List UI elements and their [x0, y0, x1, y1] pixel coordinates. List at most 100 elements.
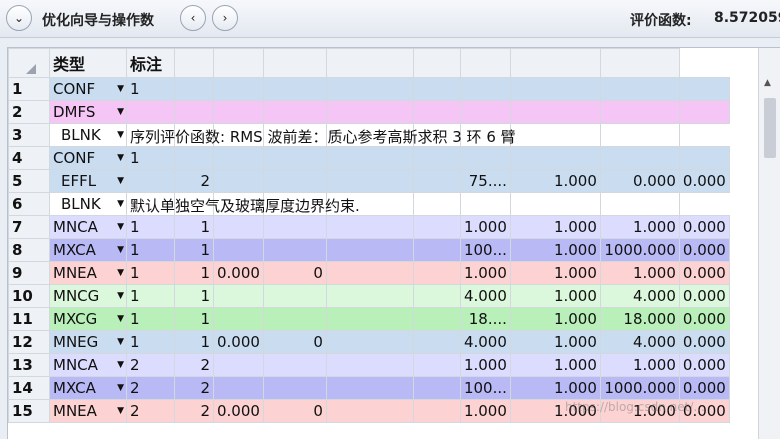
grid-cell[interactable] — [599, 100, 680, 124]
grid-cell[interactable]: 4.000 — [459, 330, 511, 354]
grid-cell[interactable] — [262, 169, 327, 193]
grid-cell[interactable]: 0.000 — [678, 261, 730, 285]
operand-type-select[interactable]: CONF ▼ — [49, 146, 127, 170]
row-number[interactable]: 4 — [8, 146, 50, 170]
grid-cell[interactable]: 75.... — [459, 169, 511, 193]
dropdown-arrow-icon[interactable]: ▼ — [117, 406, 124, 416]
row-number[interactable]: 11 — [8, 307, 50, 331]
row-number[interactable]: 6 — [8, 192, 50, 216]
grid-cell[interactable] — [599, 77, 680, 101]
grid-cell[interactable] — [174, 100, 214, 124]
row-number[interactable]: 13 — [8, 353, 50, 377]
dropdown-arrow-icon[interactable]: ▼ — [117, 291, 124, 301]
grid-cell[interactable]: 2 — [174, 169, 214, 193]
grid-cell[interactable] — [262, 146, 327, 170]
row-number[interactable]: 9 — [8, 261, 50, 285]
grid-cell[interactable]: 1 — [174, 307, 214, 331]
grid-cell[interactable] — [678, 77, 730, 101]
comment-cell[interactable]: 2 — [126, 376, 175, 400]
table-row[interactable]: 14 MXCA ▼ 2 2 100... 1.000 1000.000 0.000 — [8, 376, 730, 400]
comment-cell[interactable]: 2 — [126, 399, 175, 423]
row-number[interactable]: 8 — [8, 238, 50, 262]
corner-cell[interactable] — [8, 48, 50, 78]
row-number[interactable]: 3 — [8, 123, 50, 147]
dropdown-arrow-icon[interactable]: ▼ — [117, 199, 124, 209]
grid-cell[interactable]: 100... — [459, 238, 511, 262]
comment-cell[interactable]: 1 — [126, 284, 175, 308]
comment-cell[interactable]: 1 — [126, 238, 175, 262]
column-header[interactable] — [509, 48, 601, 78]
grid-cell[interactable] — [325, 376, 414, 400]
dropdown-arrow-icon[interactable]: ▼ — [117, 245, 124, 255]
grid-cell[interactable]: 0.000 — [678, 330, 730, 354]
prev-button[interactable]: ‹ — [180, 5, 206, 31]
grid-cell[interactable] — [459, 146, 511, 170]
operand-type-select[interactable]: BLNK ▼ — [49, 123, 127, 147]
grid-cell[interactable] — [262, 100, 327, 124]
row-number[interactable]: 14 — [8, 376, 50, 400]
operand-type-select[interactable]: MXCA ▼ — [49, 376, 127, 400]
column-header[interactable] — [325, 48, 414, 78]
dropdown-arrow-icon[interactable]: ▼ — [117, 268, 124, 278]
grid-cell[interactable]: 0.000 — [678, 169, 730, 193]
operand-type-select[interactable]: MXCG ▼ — [49, 307, 127, 331]
grid-cell[interactable]: 0.000 — [678, 238, 730, 262]
grid-cell[interactable]: 1.000 — [509, 284, 601, 308]
grid-cell[interactable]: 1.000 — [509, 215, 601, 239]
grid-cell[interactable] — [325, 307, 414, 331]
comment-cell[interactable]: 2 — [126, 353, 175, 377]
grid-cell[interactable]: 0 — [262, 330, 327, 354]
grid-cell[interactable] — [678, 146, 730, 170]
grid-cell[interactable] — [325, 146, 414, 170]
grid-cell[interactable] — [509, 123, 601, 147]
grid-cell[interactable]: 1.000 — [599, 353, 680, 377]
grid-cell[interactable] — [174, 146, 214, 170]
table-row[interactable]: 6 BLNK ▼ 默认单独空气及玻璃厚度边界约束. — [8, 192, 730, 216]
grid-cell[interactable]: 1 — [174, 330, 214, 354]
comment-cell[interactable]: 1 — [126, 307, 175, 331]
table-row[interactable]: 8 MXCA ▼ 1 1 100... 1.000 1000.000 0.000 — [8, 238, 730, 262]
grid-cell[interactable] — [509, 77, 601, 101]
dropdown-arrow-icon[interactable]: ▼ — [117, 314, 124, 324]
grid-cell[interactable] — [174, 77, 214, 101]
operand-type-select[interactable]: EFFL ▼ — [49, 169, 127, 193]
grid-cell[interactable] — [459, 77, 511, 101]
operand-type-select[interactable]: DMFS ▼ — [49, 100, 127, 124]
operand-type-select[interactable]: MNCA ▼ — [49, 215, 127, 239]
comment-cell[interactable]: 1 — [126, 261, 175, 285]
grid-cell[interactable]: 1.000 — [509, 376, 601, 400]
row-number[interactable]: 2 — [8, 100, 50, 124]
grid-cell[interactable] — [678, 100, 730, 124]
grid-cell[interactable] — [325, 261, 414, 285]
collapse-button[interactable]: ⌄ — [6, 5, 32, 31]
grid-cell[interactable]: 1.000 — [509, 169, 601, 193]
operand-type-select[interactable]: MNCG ▼ — [49, 284, 127, 308]
grid-cell[interactable] — [213, 376, 264, 400]
grid-cell[interactable]: 100... — [459, 376, 511, 400]
grid-cell[interactable]: 0.000 — [678, 215, 730, 239]
grid-cell[interactable] — [412, 238, 461, 262]
grid-cell[interactable]: 0.000 — [678, 376, 730, 400]
grid-cell[interactable] — [325, 169, 414, 193]
table-row[interactable]: 4 CONF ▼ 1 — [8, 146, 730, 170]
grid-cell[interactable] — [262, 353, 327, 377]
comment-cell[interactable]: 1 — [126, 146, 175, 170]
comment-cell[interactable]: 序列评价函数: RMS 波前差：质心参考高斯求积 3 环 6 臂 — [126, 123, 516, 147]
grid-cell[interactable] — [412, 146, 461, 170]
column-header[interactable] — [412, 48, 461, 78]
grid-cell[interactable] — [509, 146, 601, 170]
grid-cell[interactable] — [412, 77, 461, 101]
table-row[interactable]: 11 MXCG ▼ 1 1 18.... 1.000 18.000 0.000 — [8, 307, 730, 331]
grid-cell[interactable] — [412, 307, 461, 331]
grid-cell[interactable]: 1.000 — [459, 353, 511, 377]
grid-cell[interactable] — [213, 146, 264, 170]
grid-cell[interactable]: 0.000 — [213, 330, 264, 354]
grid-cell[interactable] — [325, 215, 414, 239]
grid-cell[interactable]: 0.000 — [213, 399, 264, 423]
operand-type-select[interactable]: MNEA ▼ — [49, 261, 127, 285]
table-row[interactable]: 2 DMFS ▼ — [8, 100, 730, 124]
grid-cell[interactable] — [459, 100, 511, 124]
grid-cell[interactable]: 2 — [174, 353, 214, 377]
operand-type-select[interactable]: MNEA ▼ — [49, 399, 127, 423]
scrollbar-thumb[interactable] — [764, 98, 776, 158]
